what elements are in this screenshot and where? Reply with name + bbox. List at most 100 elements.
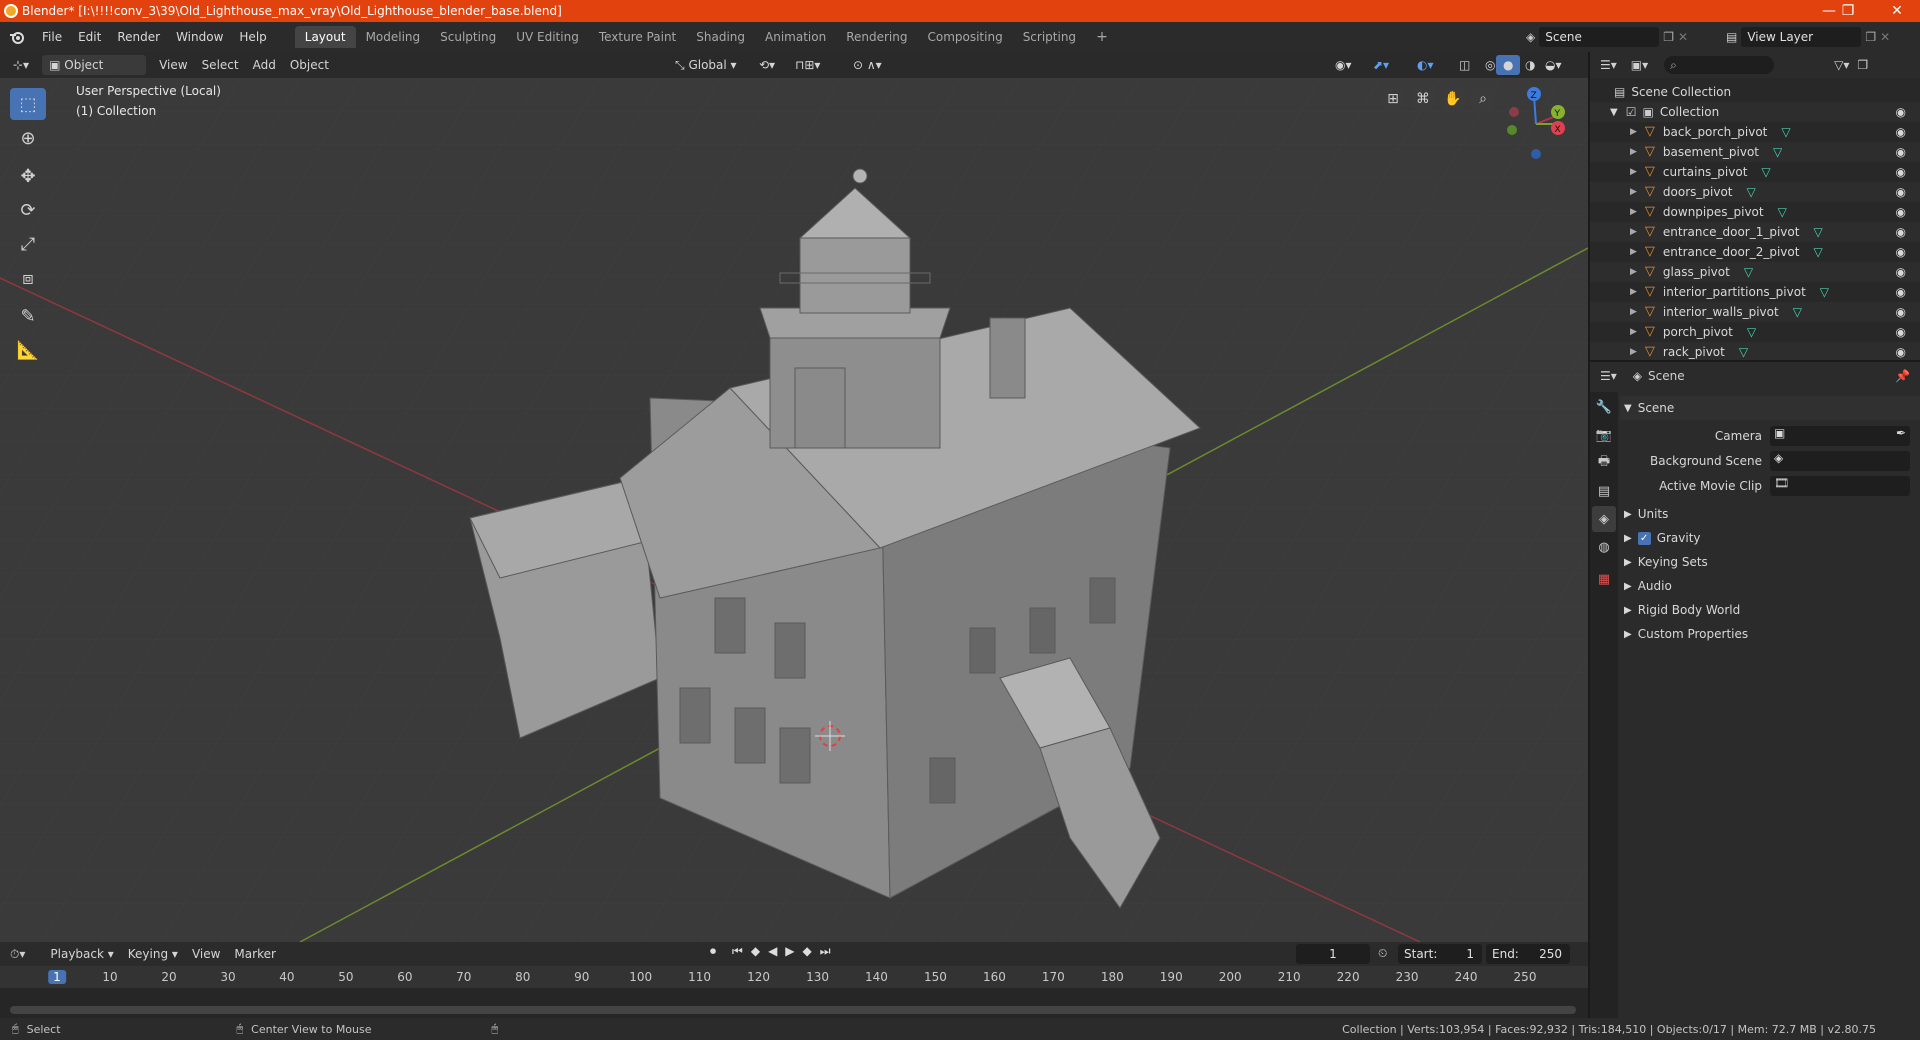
timeline-editor-icon[interactable]: ⏱▾ [10, 947, 25, 962]
menu-render[interactable]: Render [109, 26, 168, 48]
tool-tab-icon[interactable]: 🔧 [1592, 394, 1616, 420]
current-frame-field[interactable]: 1 [1296, 944, 1370, 964]
custom-properties-panel[interactable]: ▶ Custom Properties [1620, 622, 1920, 646]
tab-texture-paint[interactable]: Texture Paint [589, 26, 686, 48]
eye-icon[interactable]: ◉ [1896, 305, 1906, 319]
expand-arrow-icon[interactable]: ▶ [1630, 267, 1637, 277]
texture-tab-icon[interactable]: ▦ [1592, 566, 1616, 592]
menu-file[interactable]: File [34, 26, 70, 48]
mesh-data-icon[interactable]: ▽ [1773, 145, 1782, 159]
scene-tab-icon[interactable]: ◈ [1592, 506, 1616, 532]
expand-arrow-icon[interactable]: ▶ [1630, 207, 1637, 217]
cursor-tool-icon[interactable]: ⊕ [10, 122, 46, 154]
expand-arrow-icon[interactable]: ▶ [1630, 287, 1637, 297]
snap-icon[interactable]: ⊓⊞▾ [788, 55, 827, 75]
mesh-data-icon[interactable]: ▽ [1781, 125, 1790, 139]
mode-dropdown[interactable]: ▣ Object Mode ▾ [42, 55, 147, 92]
measure-tool-icon[interactable]: 📐 [10, 334, 46, 366]
navigation-gizmo[interactable]: X Y Z [1496, 84, 1576, 164]
units-panel[interactable]: ▶ Units [1620, 502, 1920, 526]
audio-panel[interactable]: ▶ Audio [1620, 574, 1920, 598]
shading-rendered-icon[interactable]: ◒▾ [1538, 55, 1569, 75]
new-scene-icon[interactable]: ❐ [1663, 30, 1674, 44]
jump-start-icon[interactable]: ⏮ [732, 944, 743, 959]
maximize-button[interactable]: ❐ [1828, 0, 1868, 22]
menu-help[interactable]: Help [231, 26, 274, 48]
eye-icon[interactable]: ◉ [1896, 185, 1906, 199]
checkbox-icon[interactable]: ☑ [1626, 105, 1637, 119]
menu-view[interactable]: View [152, 55, 194, 75]
outliner-search-input[interactable]: ⌕ [1664, 56, 1775, 74]
jump-end-icon[interactable]: ⏭ [820, 944, 831, 959]
scene-panel-header[interactable]: ▼ Scene [1620, 396, 1920, 420]
expand-arrow-icon[interactable]: ▶ [1630, 227, 1637, 237]
pin-icon[interactable]: 📌 [1895, 369, 1910, 383]
expand-arrow-icon[interactable]: ▶ [1630, 347, 1637, 357]
eye-icon[interactable]: ◉ [1896, 345, 1906, 359]
mesh-data-icon[interactable]: ▽ [1793, 305, 1802, 319]
3d-viewport[interactable]: User Perspective (Local) (1) Collection … [0, 78, 1588, 942]
expand-arrow-icon[interactable]: ▶ [1630, 147, 1637, 157]
eye-icon[interactable]: ◉ [1896, 105, 1906, 119]
shading-solid-icon[interactable]: ● [1496, 55, 1521, 75]
outliner-object-row[interactable]: ▶ ▽ basement_pivot ▽ ◉ [1590, 142, 1920, 162]
outliner-object-row[interactable]: ▶ ▽ entrance_door_1_pivot ▽ ◉ [1590, 222, 1920, 242]
outliner-object-row[interactable]: ▶ ▽ porch_pivot ▽ ◉ [1590, 322, 1920, 342]
select-box-tool-icon[interactable]: ⬚ [10, 88, 46, 120]
view-layer-selector[interactable]: ▤ View Layer ❐ ✕ [1726, 27, 1890, 47]
outliner-object-row[interactable]: ▶ ▽ rack_pivot ▽ ◉ [1590, 342, 1920, 362]
stopwatch-icon[interactable]: ⏲ [1378, 946, 1387, 961]
tab-scripting[interactable]: Scripting [1013, 26, 1086, 48]
rotate-tool-icon[interactable]: ⟳ [10, 194, 46, 226]
tab-shading[interactable]: Shading [686, 26, 755, 48]
eyedropper-icon[interactable]: ✒ [1896, 426, 1906, 440]
camera-field[interactable]: ▣ ✒ [1770, 426, 1910, 446]
eye-icon[interactable]: ◉ [1896, 125, 1906, 139]
overlays-icon[interactable]: ◐▾ [1410, 55, 1441, 75]
new-collection-icon[interactable]: ❐ [1857, 58, 1868, 72]
properties-editor-icon[interactable]: ☰▾ [1600, 369, 1617, 383]
toggle-perspective-icon[interactable]: ⊞ [1380, 86, 1406, 112]
mesh-data-icon[interactable]: ▽ [1813, 225, 1822, 239]
outliner-object-row[interactable]: ▶ ▽ interior_walls_pivot ▽ ◉ [1590, 302, 1920, 322]
mesh-data-icon[interactable]: ▽ [1761, 165, 1770, 179]
tab-uv-editing[interactable]: UV Editing [506, 26, 589, 48]
gizmos-icon[interactable]: ⬈▾ [1366, 55, 1396, 75]
transform-tool-icon[interactable]: ⧈ [10, 262, 46, 294]
outliner-object-row[interactable]: ▶ ▽ doors_pivot ▽ ◉ [1590, 182, 1920, 202]
menu-window[interactable]: Window [168, 26, 231, 48]
menu-marker[interactable]: Marker [227, 944, 282, 964]
timeline-scrollbar[interactable] [10, 1006, 1576, 1014]
scene-field[interactable]: Scene [1539, 27, 1660, 47]
menu-timeline-view[interactable]: View [185, 944, 227, 964]
transform-orientation-dropdown[interactable]: ⤡ Global ▾ [668, 55, 746, 75]
timeline-track[interactable] [0, 988, 1588, 1018]
menu-playback[interactable]: Playback ▾ [43, 944, 120, 964]
rigid-body-world-panel[interactable]: ▶ Rigid Body World [1620, 598, 1920, 622]
mesh-data-icon[interactable]: ▽ [1747, 325, 1756, 339]
timeline-ruler[interactable]: 1 10 20 30 40 50 60 70 80 90 100 110 120 130 140 150 160… [0, 966, 1588, 1018]
eye-icon[interactable]: ◉ [1896, 325, 1906, 339]
pivot-point-icon[interactable]: ⟲▾ [752, 55, 782, 75]
tab-rendering[interactable]: Rendering [836, 26, 917, 48]
view-layer-field[interactable]: View Layer [1741, 27, 1862, 47]
outliner-object-row[interactable]: ▶ ▽ back_porch_pivot ▽ ◉ [1590, 122, 1920, 142]
expand-arrow-icon[interactable]: ▶ [1630, 307, 1637, 317]
outliner-object-row[interactable]: ▶ ▽ entrance_door_2_pivot ▽ ◉ [1590, 242, 1920, 262]
remove-view-layer-icon[interactable]: ✕ [1880, 30, 1890, 44]
blender-menu-icon[interactable] [0, 26, 34, 48]
annotate-tool-icon[interactable]: ✎ [10, 300, 46, 332]
zoom-view-icon[interactable]: ⌕ [1470, 86, 1496, 112]
scene-collection-row[interactable]: ▤ Scene Collection [1590, 82, 1920, 102]
new-view-layer-icon[interactable]: ❐ [1865, 30, 1876, 44]
tab-layout[interactable]: Layout [294, 26, 356, 48]
eye-icon[interactable]: ◉ [1896, 285, 1906, 299]
keying-sets-panel[interactable]: ▶ Keying Sets [1620, 550, 1920, 574]
pan-view-icon[interactable]: ✋ [1440, 86, 1466, 112]
render-tab-icon[interactable]: 📷 [1592, 422, 1616, 448]
close-button[interactable]: ✕ [1874, 0, 1920, 22]
next-keyframe-icon[interactable]: ◆ [803, 944, 812, 959]
expand-arrow-icon[interactable]: ▼ [1610, 107, 1618, 118]
eye-icon[interactable]: ◉ [1896, 245, 1906, 259]
mesh-data-icon[interactable]: ▽ [1820, 285, 1829, 299]
